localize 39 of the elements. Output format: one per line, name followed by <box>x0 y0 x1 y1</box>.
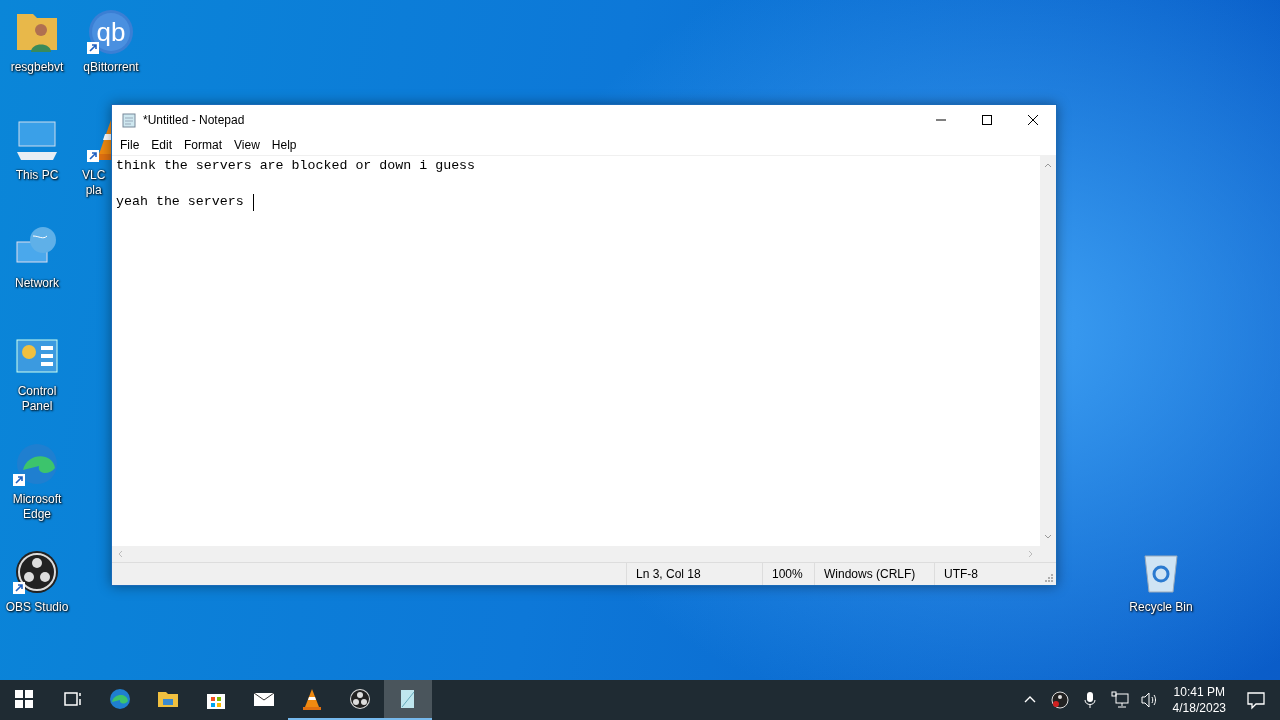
status-bar-field: 100% <box>763 563 815 585</box>
obs-icon[interactable] <box>1049 690 1070 710</box>
network-icon[interactable] <box>1109 690 1130 710</box>
status-bar-field: UTF-8 <box>935 563 1039 585</box>
resize-grip-icon[interactable] <box>1044 573 1054 583</box>
desktop-icon-label[interactable]: Network <box>15 276 59 291</box>
text-line: think the servers are blocked or down i guess <box>116 157 476 175</box>
notification-icon[interactable] <box>1246 690 1266 710</box>
desktop-icon-label[interactable]: This PC <box>15 168 59 183</box>
desktop-icon-label[interactable]: qBittorrent <box>83 60 139 75</box>
status-bar-field: Ln 3, Col 18 <box>627 563 763 585</box>
windows-logo-icon <box>12 687 36 711</box>
maximize-icon <box>982 115 992 125</box>
menu-item[interactable]: Help <box>265 138 303 152</box>
desktop-icon-label[interactable]: resgbebvt <box>10 60 64 75</box>
text-line: yeah the servers <box>116 193 244 211</box>
menu-item[interactable]: Edit <box>145 138 179 152</box>
menu-item[interactable]: File <box>114 138 146 152</box>
status-bar-field: Windows (CRLF) <box>815 563 935 585</box>
app-icon[interactable] <box>87 8 135 56</box>
text-caret <box>252 193 254 211</box>
clock-time[interactable]: 10:41 PM <box>1173 684 1225 700</box>
notepad-icon <box>121 112 137 128</box>
desktop-icon-label[interactable]: Recycle Bin <box>1129 600 1193 615</box>
app-glyph: qb <box>96 20 126 44</box>
window-title: *Untitled - Notepad <box>143 113 245 127</box>
desktop-icon-label[interactable]: VLC pla <box>82 168 106 198</box>
edge-icon <box>108 687 132 711</box>
menu-item[interactable]: Format <box>178 138 229 152</box>
clock-date[interactable]: 4/18/2023 <box>1172 700 1226 716</box>
desktop-icon-label[interactable]: OBS Studio <box>5 600 69 615</box>
obs-icon[interactable] <box>13 548 61 596</box>
close-icon <box>1028 115 1038 125</box>
obs-icon <box>348 687 372 711</box>
desktop-icon-label[interactable]: Microsoft Edge <box>12 492 62 522</box>
desktop-icon-label[interactable]: Control Panel <box>17 384 57 414</box>
menu-item[interactable]: View <box>228 138 266 152</box>
traffic-cone-icon <box>300 687 324 711</box>
text-editor[interactable]: think the servers are blocked or down i guess yeah the servers <box>112 156 1040 546</box>
